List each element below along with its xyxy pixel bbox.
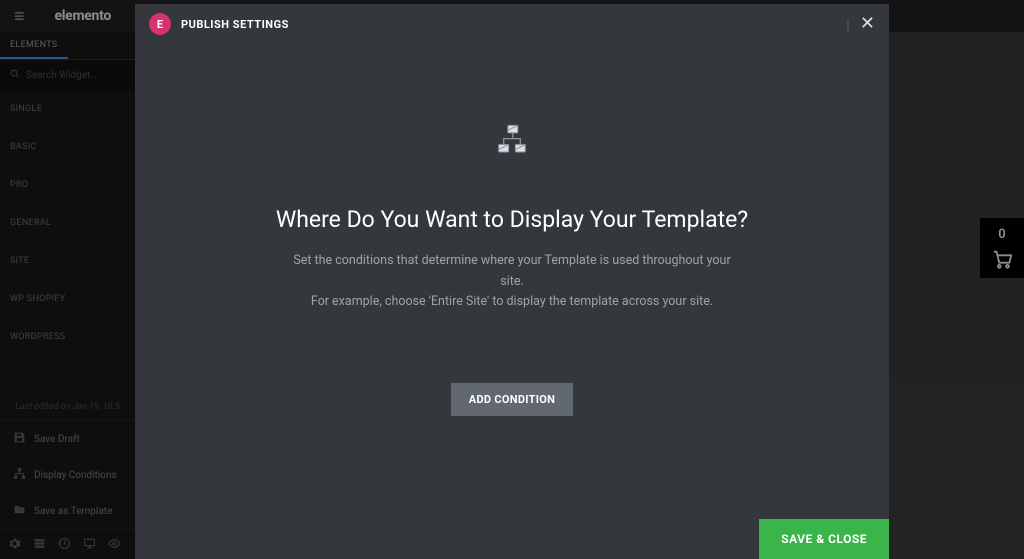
- modal-header: E PUBLISH SETTINGS | ✕: [135, 4, 889, 44]
- modal-body: Where Do You Want to Display Your Templa…: [135, 44, 889, 519]
- conditions-illustration-icon: [492, 122, 532, 166]
- divider: |: [846, 15, 850, 34]
- modal-desc-line1: Set the conditions that determine where …: [282, 251, 742, 292]
- save-and-close-button[interactable]: SAVE & CLOSE: [759, 519, 889, 559]
- modal-desc-line2: For example, choose 'Entire Site' to dis…: [282, 292, 742, 313]
- close-icon[interactable]: ✕: [860, 15, 875, 33]
- modal-description: Set the conditions that determine where …: [282, 251, 742, 313]
- elementor-logo-icon: E: [149, 13, 171, 35]
- modal-heading: Where Do You Want to Display Your Templa…: [276, 206, 748, 233]
- add-condition-button[interactable]: ADD CONDITION: [451, 383, 573, 416]
- modal-footer: SAVE & CLOSE: [135, 519, 889, 559]
- modal-title: PUBLISH SETTINGS: [181, 18, 289, 31]
- publish-settings-modal: E PUBLISH SETTINGS | ✕ Where Do You Want…: [135, 4, 889, 559]
